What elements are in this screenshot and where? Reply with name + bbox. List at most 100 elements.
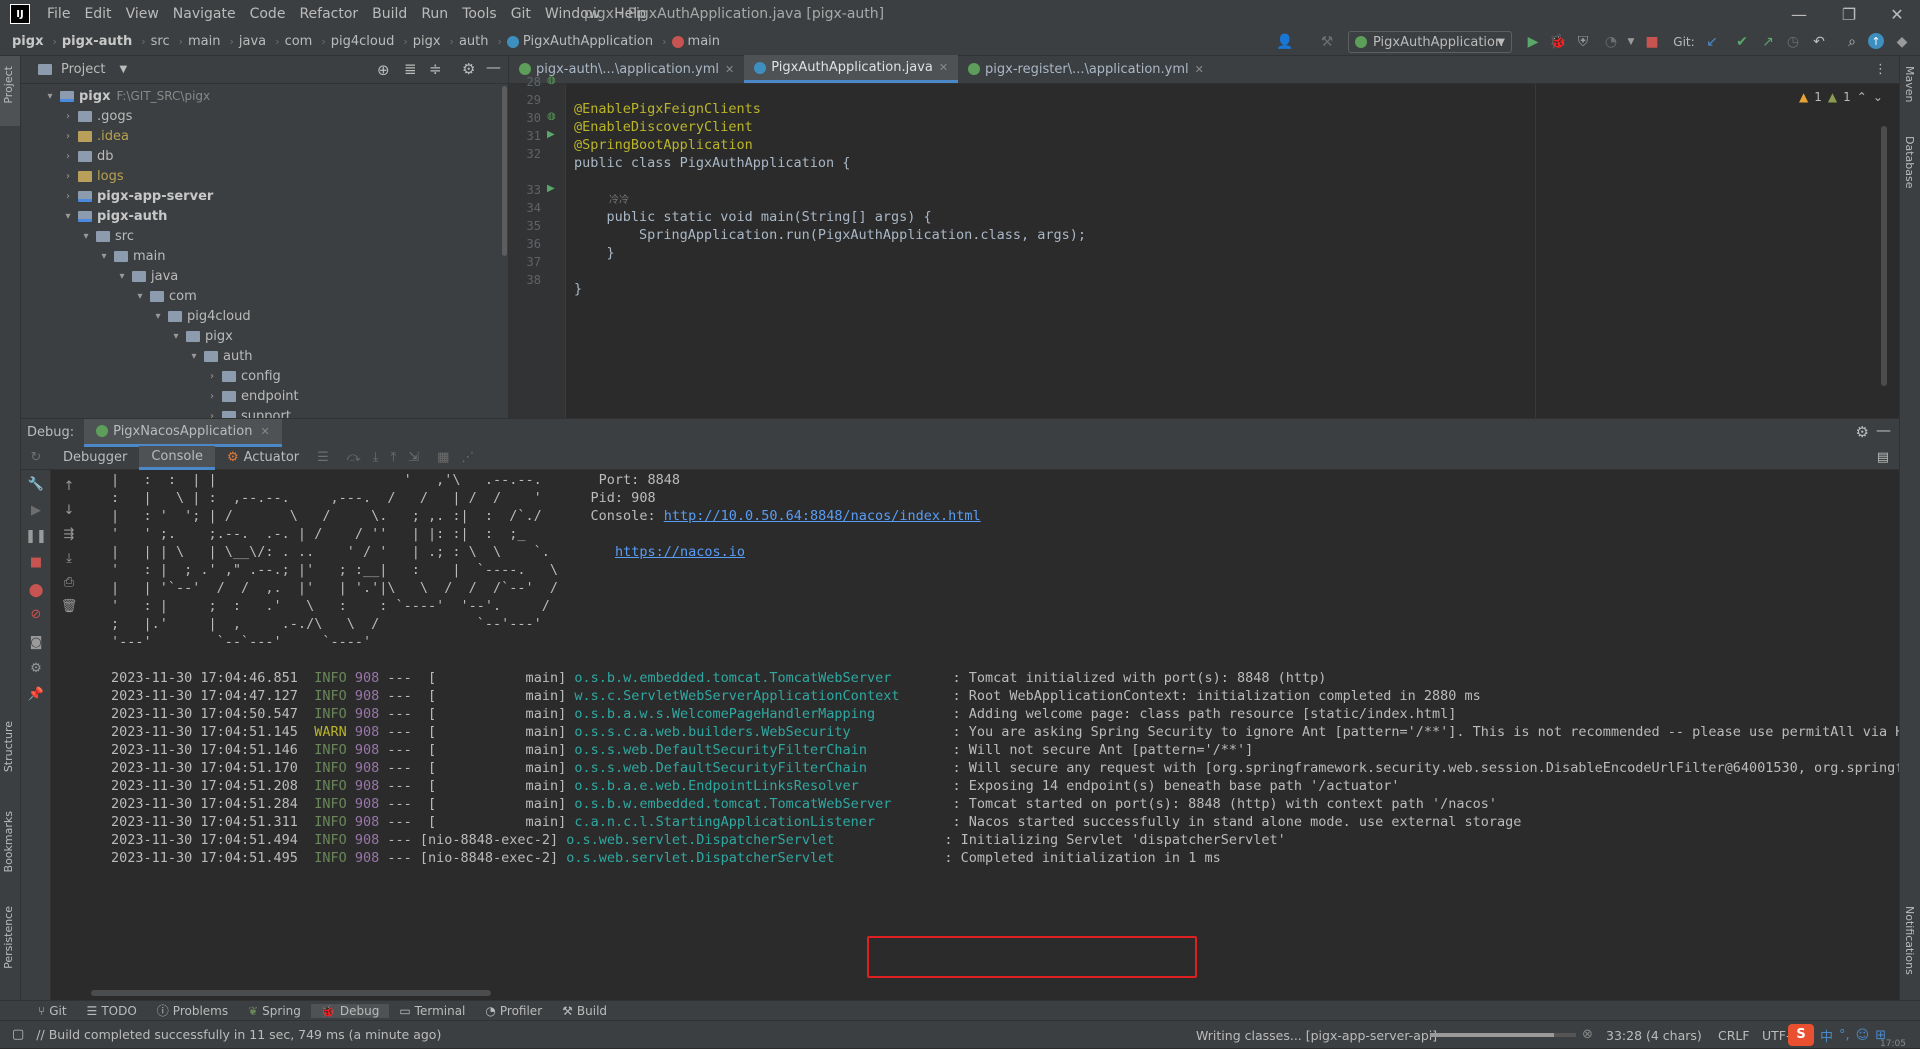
chevron-down-icon[interactable]: ▾: [43, 91, 57, 102]
cursor-position[interactable]: 33:28 (4 chars): [1606, 1028, 1702, 1043]
collapse-all-icon[interactable]: ≑: [429, 60, 442, 78]
tree-item[interactable]: ▾ pig4cloud: [151, 306, 250, 326]
tree-item[interactable]: ▾ pigx-auth: [61, 206, 167, 226]
tree-item[interactable]: ▾ main: [97, 246, 165, 266]
tab-actuator[interactable]: ⚙ Actuator: [215, 446, 311, 470]
rerun-icon[interactable]: ↻: [21, 450, 51, 465]
notifications-tool-label[interactable]: Notifications: [1903, 906, 1916, 975]
expand-all-icon[interactable]: ≣: [404, 60, 417, 78]
chevron-down-icon[interactable]: ▼: [119, 64, 127, 75]
rollback-icon[interactable]: ↶: [1810, 33, 1828, 51]
history-icon[interactable]: ◷: [1784, 33, 1802, 51]
chevron-right-icon[interactable]: ›: [61, 151, 75, 162]
layout-toggle-icon[interactable]: ▢: [12, 1027, 24, 1042]
menu-run[interactable]: Run: [414, 6, 455, 22]
run-gutter-icon[interactable]: ▶: [547, 183, 555, 194]
soft-wrap-icon[interactable]: ⇶: [61, 526, 77, 542]
chevron-right-icon[interactable]: ›: [205, 391, 219, 402]
menu-file[interactable]: File: [40, 6, 77, 22]
bookmarks-tool-label[interactable]: Bookmarks: [2, 811, 15, 872]
step-out-icon[interactable]: ⤒: [390, 450, 396, 465]
tab-profiler[interactable]: ◔ Profiler: [475, 1004, 552, 1018]
update-icon[interactable]: ↑: [1868, 33, 1884, 49]
locate-icon[interactable]: ⊕: [377, 61, 390, 79]
evaluate-icon[interactable]: ▦: [437, 450, 449, 465]
tab-console[interactable]: Console: [139, 445, 215, 470]
hide-panel-icon[interactable]: —: [486, 58, 501, 76]
chevron-right-icon[interactable]: ›: [61, 171, 75, 182]
tab-problems[interactable]: ⓘ Problems: [147, 1002, 238, 1019]
breadcrumb-pigx[interactable]: pigx: [12, 34, 47, 49]
hide-panel-icon[interactable]: —: [1876, 421, 1891, 439]
layout-icon[interactable]: ▤: [1877, 450, 1889, 465]
database-tool-label[interactable]: Database: [1903, 136, 1916, 189]
settings-icon[interactable]: ⚙: [28, 660, 44, 676]
chevron-down-icon[interactable]: ▾: [97, 251, 111, 262]
tree-item[interactable]: ▾ java: [115, 266, 178, 286]
chevron-down-icon[interactable]: ▾: [115, 271, 129, 282]
tab-pigx-auth-application-java[interactable]: PigxAuthApplication.java ✕: [744, 55, 959, 83]
tree-item[interactable]: › .idea: [61, 126, 129, 146]
stop-icon[interactable]: ■: [28, 554, 44, 570]
debug-session-tab[interactable]: PigxNacosApplication ✕: [84, 418, 282, 447]
chevron-down-icon[interactable]: ▾: [61, 211, 75, 222]
close-session-icon[interactable]: ✕: [260, 425, 269, 438]
chevron-down-icon[interactable]: ▾: [79, 231, 93, 242]
stop-icon[interactable]: ■: [1643, 33, 1661, 51]
run-configuration-select[interactable]: PigxAuthApplication ▼: [1348, 31, 1512, 53]
editor-scrollbar[interactable]: [1881, 126, 1887, 386]
breadcrumb-method[interactable]: main: [688, 34, 724, 49]
chevron-down-icon[interactable]: ▾: [187, 351, 201, 362]
maven-tool-label[interactable]: Maven: [1903, 66, 1916, 102]
git-update-icon[interactable]: ↙: [1703, 33, 1721, 51]
minimize-icon[interactable]: —: [1776, 0, 1822, 28]
chevron-down-icon[interactable]: ▾: [133, 291, 147, 302]
spring-bean-gutter-icon[interactable]: ◍: [547, 75, 556, 86]
persistence-tool-label[interactable]: Persistence: [2, 906, 15, 969]
mute-breakpoints-icon[interactable]: ⊘: [28, 606, 44, 622]
breadcrumb-auth[interactable]: auth: [459, 34, 493, 49]
tree-item[interactable]: › .gogs: [61, 106, 132, 126]
trace-icon[interactable]: ⋰: [461, 450, 474, 465]
chevron-right-icon[interactable]: ›: [61, 111, 75, 122]
camera-icon[interactable]: ◙: [28, 634, 44, 650]
console-output[interactable]: | : : | | ' ,'\ .--.--. Port: 8848: | \ …: [91, 470, 1899, 1000]
tab-register-application-yml[interactable]: pigx-register\...\application.yml ✕: [958, 55, 1214, 83]
tab-debugger[interactable]: Debugger: [51, 446, 139, 470]
tab-auth-application-yml[interactable]: pigx-auth\...\application.yml ✕: [509, 55, 744, 83]
view-breakpoints-icon[interactable]: ⬤: [28, 582, 44, 598]
inspection-widget[interactable]: ▲ 1 ▲ 1 ⌃ ⌄: [1799, 90, 1883, 104]
project-tool-label[interactable]: Project: [2, 66, 15, 104]
tab-terminal[interactable]: ▭ Terminal: [389, 1004, 475, 1018]
print-icon[interactable]: ⎙: [61, 574, 77, 590]
run-icon[interactable]: ▶: [1524, 33, 1542, 51]
tree-item[interactable]: ▾ pigx F:\GIT_SRC\pigx: [43, 86, 210, 106]
chevron-right-icon[interactable]: ›: [61, 191, 75, 202]
coverage-icon[interactable]: ⛨: [1574, 33, 1592, 51]
tab-todo[interactable]: ☰ TODO: [77, 1004, 147, 1018]
tab-build[interactable]: ⚒ Build: [552, 1004, 617, 1018]
gear-icon[interactable]: ⚙: [462, 60, 475, 78]
breadcrumb-pigx-auth[interactable]: pigx-auth: [62, 34, 136, 49]
tab-spring[interactable]: ❦ Spring: [238, 1004, 311, 1018]
breadcrumb-main[interactable]: main: [188, 34, 224, 49]
chevron-right-icon[interactable]: ›: [61, 131, 75, 142]
tree-item[interactable]: ▾ pigx: [169, 326, 232, 346]
arrow-up-icon[interactable]: ↑: [61, 478, 77, 494]
tree-item[interactable]: ▾ src: [79, 226, 134, 246]
close-tab-icon[interactable]: ✕: [725, 63, 734, 76]
menu-navigate[interactable]: Navigate: [166, 6, 243, 22]
menu-code[interactable]: Code: [243, 6, 293, 22]
nacos-url-link[interactable]: https://nacos.io: [615, 544, 745, 560]
user-icon[interactable]: 👤: [1276, 33, 1294, 51]
chevron-down-icon[interactable]: ▾: [151, 311, 165, 322]
pin-icon[interactable]: 📌: [28, 686, 44, 702]
pause-icon[interactable]: ❚❚: [25, 528, 47, 544]
tree-item[interactable]: › logs: [61, 166, 124, 186]
menu-lines-icon[interactable]: ☰: [317, 450, 329, 465]
debug-icon[interactable]: 🐞: [1549, 33, 1567, 51]
tree-item[interactable]: › db: [61, 146, 114, 166]
restore-icon[interactable]: ❐: [1826, 0, 1872, 28]
menu-tools[interactable]: Tools: [455, 6, 504, 22]
cancel-progress-icon[interactable]: ⊗: [1582, 1027, 1593, 1042]
